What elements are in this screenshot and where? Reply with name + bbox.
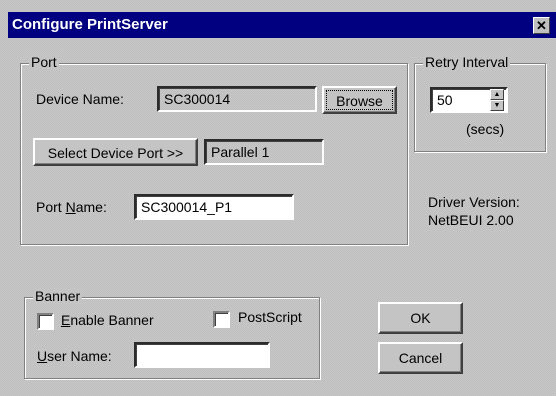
browse-button[interactable]: Browse <box>322 86 397 114</box>
retry-interval-legend: Retry Interval <box>423 54 511 70</box>
select-device-port-button[interactable]: Select Device Port >> <box>33 138 198 166</box>
device-name-field: SC300014 <box>157 86 317 112</box>
enable-banner-checkbox[interactable] <box>37 313 54 330</box>
title-bar: Configure PrintServer ✕ <box>8 12 556 38</box>
configure-printserver-dialog: Configure PrintServer ✕ Port Device Name… <box>0 0 556 396</box>
retry-interval-units: (secs) <box>466 121 505 137</box>
postscript-label: PostScript <box>238 309 302 325</box>
spin-down-icon[interactable]: ▼ <box>490 100 504 111</box>
driver-version-label: Driver Version: <box>428 194 520 210</box>
ok-button[interactable]: OK <box>378 302 463 334</box>
user-name-label: User Name: <box>37 348 112 364</box>
retry-interval-value: 50 <box>437 92 453 108</box>
port-group-legend: Port <box>29 54 59 70</box>
close-icon[interactable]: ✕ <box>533 17 550 34</box>
device-port-field: Parallel 1 <box>204 139 324 165</box>
port-name-input[interactable]: SC300014_P1 <box>134 194 294 220</box>
driver-version-value: NetBEUI 2.00 <box>428 212 514 228</box>
postscript-checkbox[interactable] <box>213 311 230 328</box>
device-name-label: Device Name: <box>36 91 124 107</box>
banner-group-legend: Banner <box>33 288 83 304</box>
cancel-button[interactable]: Cancel <box>378 342 463 374</box>
enable-banner-label: Enable Banner <box>61 312 154 328</box>
window-title: Configure PrintServer <box>12 16 168 33</box>
spin-up-icon[interactable]: ▲ <box>490 89 504 100</box>
user-name-input[interactable] <box>134 342 270 368</box>
port-name-label: Port Name: <box>36 199 107 215</box>
